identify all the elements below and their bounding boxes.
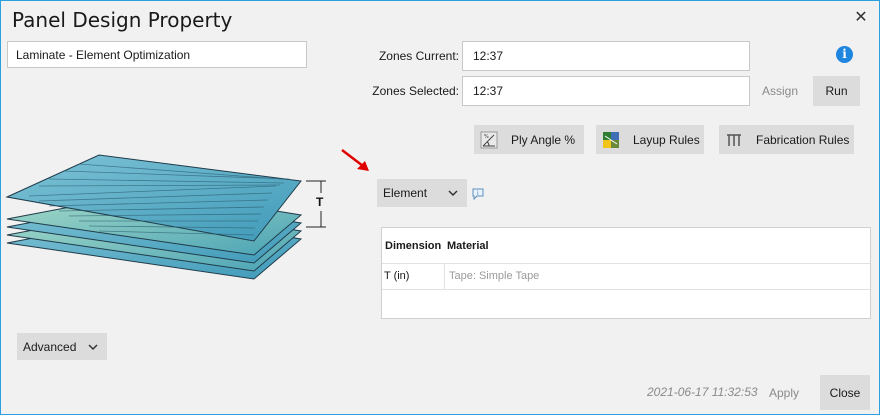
advanced-dropdown[interactable]: Advanced	[17, 333, 107, 360]
layup-rules-icon	[601, 130, 621, 150]
dialog-title: Panel Design Property	[12, 8, 233, 32]
ply-angle-icon: %	[479, 130, 499, 150]
laminate-illustration: T	[5, 154, 326, 280]
ply-angle-label: Ply Angle %	[511, 132, 576, 147]
zones-selected-label: Zones Selected:	[372, 84, 459, 98]
panel-design-property-dialog: Panel Design Property ✕ Laminate - Eleme…	[0, 0, 880, 415]
close-icon[interactable]: ✕	[853, 10, 869, 26]
ply-angle-button[interactable]: % Ply Angle %	[474, 125, 584, 154]
assign-button[interactable]: Assign	[762, 84, 798, 98]
column-header-material: Material	[447, 240, 489, 252]
fabrication-rules-button[interactable]: Fabrication Rules	[719, 125, 854, 154]
tooltip-info-icon[interactable]: i	[471, 187, 485, 204]
element-dropdown-value: Element	[383, 186, 428, 200]
table-row[interactable]: T (in) Tape: Simple Tape	[382, 263, 870, 290]
run-button[interactable]: Run	[813, 76, 860, 106]
dimension-material-table: Dimension Material T (in) Tape: Simple T…	[381, 227, 871, 319]
apply-button[interactable]: Apply	[769, 386, 799, 400]
close-button[interactable]: Close	[820, 375, 870, 410]
red-arrow-annotation	[341, 149, 369, 171]
info-icon[interactable]: i	[836, 46, 853, 63]
zones-current-field[interactable]: 12:37	[462, 41, 750, 71]
thickness-label: T	[316, 195, 324, 209]
chevron-down-icon	[87, 341, 99, 356]
element-dropdown[interactable]: Element	[377, 179, 467, 207]
dimension-cell: T (in)	[384, 270, 410, 282]
zones-selected-field[interactable]: 12:37	[462, 76, 750, 106]
layup-rules-button[interactable]: Layup Rules	[596, 125, 704, 154]
column-header-dimension: Dimension	[385, 240, 442, 252]
chevron-down-icon	[447, 187, 459, 202]
fabrication-rules-icon	[724, 130, 744, 150]
last-saved-timestamp: 2021-06-17 11:32:53	[647, 385, 758, 399]
layup-rules-label: Layup Rules	[633, 132, 700, 147]
svg-text:%: %	[484, 134, 489, 140]
advanced-label: Advanced	[23, 339, 77, 354]
zones-current-label: Zones Current:	[378, 49, 459, 63]
material-cell-input[interactable]: Tape: Simple Tape	[444, 264, 870, 289]
design-name-field[interactable]: Laminate - Element Optimization	[7, 41, 307, 68]
fabrication-rules-label: Fabrication Rules	[756, 132, 850, 147]
